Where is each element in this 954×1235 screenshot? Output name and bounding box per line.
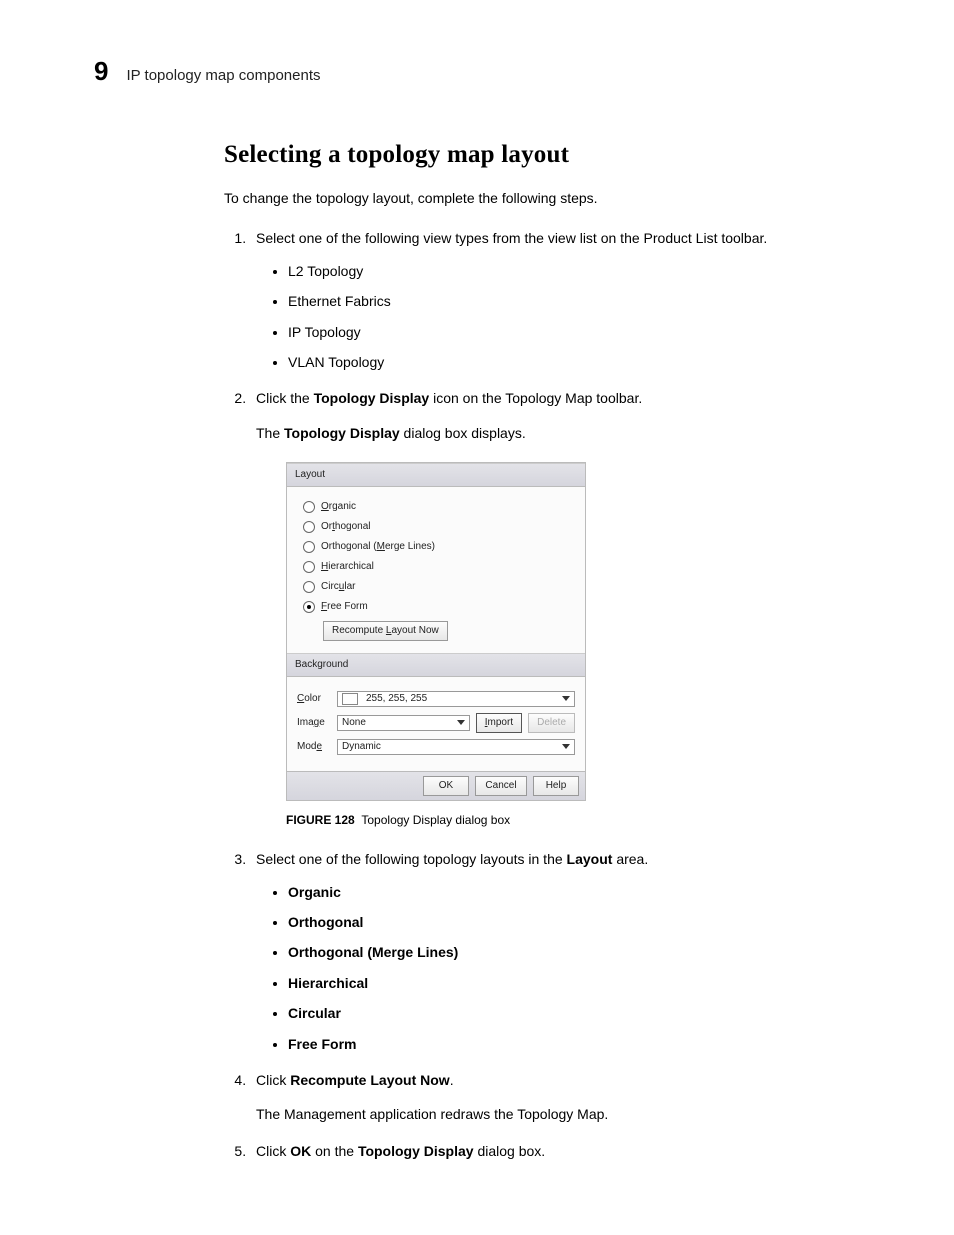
radio-orthogonal-merge[interactable]: Orthogonal (Merge Lines) xyxy=(303,539,575,555)
radio-icon xyxy=(303,521,315,533)
group-header-layout: Layout xyxy=(287,463,585,487)
step-1-text: Select one of the following view types f… xyxy=(256,230,767,246)
radio-label: Free Form xyxy=(321,599,368,615)
radio-label: Circular xyxy=(321,579,355,595)
radio-label: Orthogonal (Merge Lines) xyxy=(321,539,435,555)
bullet-hierarchical: Hierarchical xyxy=(288,972,844,994)
chevron-down-icon xyxy=(560,741,572,753)
step-4: Click Recompute Layout Now. The Manageme… xyxy=(250,1069,844,1126)
step-1-bullets: L2 Topology Ethernet Fabrics IP Topology… xyxy=(256,260,844,374)
dialog-footer: OK Cancel Help xyxy=(287,771,585,800)
mode-dropdown[interactable]: Dynamic xyxy=(337,739,575,755)
chevron-down-icon xyxy=(455,717,467,729)
color-label: Color xyxy=(297,691,331,707)
step-2-after: The Topology Display dialog box displays… xyxy=(256,422,844,444)
running-header: 9 IP topology map components xyxy=(94,56,864,87)
step-4-suffix: . xyxy=(450,1072,454,1088)
step-5-prefix: Click xyxy=(256,1143,290,1159)
step-3-bullets: Organic Orthogonal Orthogonal (Merge Lin… xyxy=(256,881,844,1055)
color-row: Color 255, 255, 255 xyxy=(297,691,575,707)
radio-label: Hierarchical xyxy=(321,559,374,575)
bullet-orthogonal: Orthogonal xyxy=(288,911,844,933)
radio-icon xyxy=(303,601,315,613)
step-2-suffix: icon on the Topology Map toolbar. xyxy=(429,390,642,406)
step-2-bold: Topology Display xyxy=(314,390,430,406)
image-row: Image None Import Delete xyxy=(297,713,575,733)
radio-orthogonal[interactable]: Orthogonal xyxy=(303,519,575,535)
step-3-suffix: area. xyxy=(612,851,648,867)
radio-free-form[interactable]: Free Form xyxy=(303,599,575,615)
content-block: Selecting a topology map layout To chang… xyxy=(224,141,844,1162)
layout-group-body: Organic Orthogonal Orthogonal (Merge Lin… xyxy=(287,487,585,653)
figure-caption-text: Topology Display dialog box xyxy=(361,813,510,827)
step-3-bold: Layout xyxy=(567,851,613,867)
group-header-background: Background xyxy=(287,653,585,677)
step-4-prefix: Click xyxy=(256,1072,290,1088)
step-2-prefix: Click the xyxy=(256,390,314,406)
image-dropdown[interactable]: None xyxy=(337,715,470,731)
step-3: Select one of the following topology lay… xyxy=(250,848,844,1055)
bullet-circular: Circular xyxy=(288,1002,844,1024)
radio-hierarchical[interactable]: Hierarchical xyxy=(303,559,575,575)
chapter-number: 9 xyxy=(94,56,108,87)
figure-caption: FIGURE 128 Topology Display dialog box xyxy=(286,811,844,830)
color-swatch xyxy=(342,693,358,705)
step-3-text: Select one of the following topology lay… xyxy=(256,851,567,867)
recompute-row: Recompute Layout Now xyxy=(323,621,575,641)
chevron-down-icon xyxy=(560,693,572,705)
color-dropdown[interactable]: 255, 255, 255 xyxy=(337,691,575,707)
step-5-mid: on the xyxy=(311,1143,358,1159)
bullet-orthogonal-merge: Orthogonal (Merge Lines) xyxy=(288,941,844,963)
steps-list: Select one of the following view types f… xyxy=(224,227,844,1162)
radio-icon xyxy=(303,541,315,553)
color-value: 255, 255, 255 xyxy=(366,691,427,707)
cancel-button[interactable]: Cancel xyxy=(475,776,527,796)
bullet-free-form: Free Form xyxy=(288,1033,844,1055)
ok-button[interactable]: OK xyxy=(423,776,469,796)
bullet-ip: IP Topology xyxy=(288,321,844,343)
radio-label: Orthogonal xyxy=(321,519,370,535)
radio-icon xyxy=(303,581,315,593)
step-5-bold2: Topology Display xyxy=(358,1143,474,1159)
radio-circular[interactable]: Circular xyxy=(303,579,575,595)
radio-icon xyxy=(303,561,315,573)
step-2: Click the Topology Display icon on the T… xyxy=(250,387,844,830)
recompute-layout-button[interactable]: Recompute Layout Now xyxy=(323,621,448,641)
step-5-bold1: OK xyxy=(290,1143,311,1159)
step-4-after: The Management application redraws the T… xyxy=(256,1103,844,1125)
step-5-suffix: dialog box. xyxy=(474,1143,546,1159)
background-group-body: Color 255, 255, 255 xyxy=(287,677,585,771)
mode-label: Mode xyxy=(297,739,331,755)
radio-organic[interactable]: Organic xyxy=(303,499,575,515)
intro-paragraph: To change the topology layout, complete … xyxy=(224,187,844,209)
section-title: Selecting a topology map layout xyxy=(224,141,844,169)
bullet-l2: L2 Topology xyxy=(288,260,844,282)
radio-icon xyxy=(303,501,315,513)
topology-display-dialog: Layout Organic Orthogonal Orthogonal xyxy=(286,462,586,801)
delete-button[interactable]: Delete xyxy=(528,713,575,733)
bullet-organic: Organic xyxy=(288,881,844,903)
step-4-bold: Recompute Layout Now xyxy=(290,1072,449,1088)
import-button[interactable]: Import xyxy=(476,713,522,733)
chapter-title: IP topology map components xyxy=(126,67,320,84)
image-label: Image xyxy=(297,715,331,731)
step-5: Click OK on the Topology Display dialog … xyxy=(250,1140,844,1162)
figure-label: FIGURE 128 xyxy=(286,813,355,827)
mode-row: Mode Dynamic xyxy=(297,739,575,755)
help-button[interactable]: Help xyxy=(533,776,579,796)
radio-label: Organic xyxy=(321,499,356,515)
bullet-vlan: VLAN Topology xyxy=(288,351,844,373)
image-value: None xyxy=(342,715,366,731)
mode-value: Dynamic xyxy=(342,739,381,755)
step-1: Select one of the following view types f… xyxy=(250,227,844,373)
bullet-ethernet: Ethernet Fabrics xyxy=(288,290,844,312)
document-page: 9 IP topology map components Selecting a… xyxy=(0,0,954,1235)
